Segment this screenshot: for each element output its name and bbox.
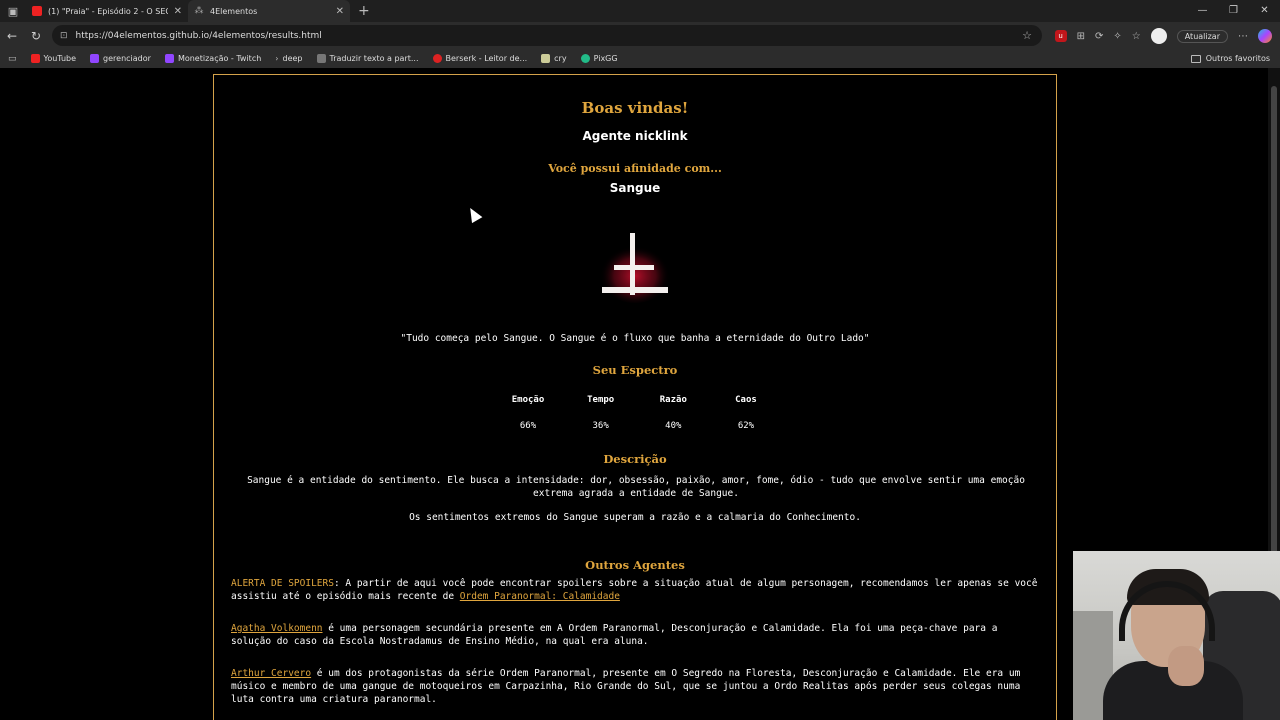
spectrum-heading: Seu Espectro [592, 363, 678, 377]
bookmark-monetizacao[interactable]: Monetização - Twitch [164, 54, 261, 63]
folder-icon [1190, 54, 1201, 63]
agent-entry: Arthur Cervero é um dos protagonistas da… [231, 667, 1041, 706]
calamidade-link[interactable]: Ordem Paranormal: Calamidade [460, 591, 620, 602]
spoiler-text: : A partir de aqui você pode encontrar s… [231, 578, 1038, 602]
spectrum-value: 40% [665, 421, 682, 431]
minimize-icon[interactable]: — [1187, 0, 1218, 22]
spectrum-value: 36% [592, 421, 609, 431]
extensions-area: u ⊞ ⟳ ✧ ☆ Atualizar ⋯ [1054, 27, 1272, 45]
cry-icon [541, 54, 551, 63]
spectrum-caos: Caos 62% [710, 395, 782, 431]
agatha-link[interactable]: Agatha Volkomenn [231, 623, 323, 634]
bookmark-gerenciador[interactable]: gerenciador [90, 54, 151, 63]
bookmark-berserk[interactable]: Berserk - Leitor de... [432, 54, 527, 63]
tab-title: 4Elementos [210, 6, 258, 16]
profile-avatar[interactable] [1150, 28, 1167, 44]
youtube-icon [32, 6, 42, 16]
agent-name: Agente nicklink [582, 129, 688, 143]
site-info-icon[interactable]: ⊡ [60, 31, 68, 41]
agent-description: é um dos protagonistas da série Ordem Pa… [231, 668, 1021, 705]
page-icon: ⁂ [194, 6, 204, 16]
favorite-star-icon[interactable]: ☆ [1022, 29, 1032, 42]
twitch-icon [90, 54, 100, 63]
description-text-2: Os sentimentos extremos do Sangue supera… [409, 512, 861, 523]
reload-icon[interactable]: ↻ [24, 29, 48, 43]
reading-list-icon[interactable]: ▭ [8, 54, 17, 64]
tab-4elementos[interactable]: ⁂ 4Elementos ✕ [188, 0, 350, 22]
results-card: Boas vindas! Agente nicklink Você possui… [213, 74, 1057, 720]
spectrum-emocao: Emoção 66% [492, 395, 564, 431]
spoiler-alert: ALERTA DE SPOILERS: A partir de aqui voc… [231, 577, 1041, 603]
ublock-icon[interactable]: u [1054, 30, 1067, 42]
person-hand [1168, 646, 1204, 686]
update-button[interactable]: Atualizar [1176, 29, 1228, 43]
welcome-heading: Boas vindas! [581, 99, 689, 117]
other-agents-heading: Outros Agentes [585, 558, 685, 572]
youtube-icon [30, 54, 40, 63]
tab-actions-icon[interactable]: ▣ [0, 0, 26, 22]
copilot-icon[interactable] [1258, 29, 1272, 43]
spoiler-label: ALERTA DE SPOILERS [231, 578, 334, 589]
spectrum-label: Caos [735, 395, 757, 405]
twitch-icon [164, 54, 174, 63]
close-icon[interactable]: ✕ [174, 6, 182, 17]
agent-entry: Agatha Volkomenn é uma personagem secund… [231, 622, 1041, 648]
spectrum-label: Tempo [587, 395, 615, 405]
spectrum-value: 66% [519, 421, 537, 431]
tab-youtube[interactable]: (1) "Praia" - Episódio 2 - O SEGRE ✕ [26, 0, 188, 22]
spectrum-label: Razão [659, 395, 687, 405]
pixgg-icon [580, 54, 590, 63]
translate-icon [316, 54, 326, 63]
bookmarks-bar: ▭ YouTube gerenciador Monetização - Twit… [0, 49, 1280, 68]
arthur-link[interactable]: Arthur Cervero [231, 668, 311, 679]
bookmark-youtube[interactable]: YouTube [30, 54, 76, 63]
blood-sigil-icon [600, 233, 670, 303]
berserk-icon [432, 54, 442, 63]
more-icon[interactable]: ⋯ [1238, 31, 1248, 42]
browser-toolbar: ← ↻ ⊡ https://04elementos.github.io/4ele… [0, 22, 1280, 49]
description-text: Sangue é a entidade do sentimento. Ele b… [247, 475, 1025, 499]
url-text: https://04elementos.github.io/4elementos… [75, 30, 322, 41]
spectrum-label: Emoção [511, 395, 545, 405]
entity-name: Sangue [609, 181, 661, 195]
description-heading: Descrição [603, 452, 667, 466]
tab-title: (1) "Praia" - Episódio 2 - O SEGRE [48, 6, 168, 16]
address-bar[interactable]: ⊡ https://04elementos.github.io/4element… [52, 25, 1042, 46]
bookmark-pixgg[interactable]: PixGG [580, 54, 618, 63]
arrow-icon: › [275, 54, 279, 63]
agent-description: é uma personagem secundária presente em … [231, 623, 998, 647]
close-window-icon[interactable]: ✕ [1249, 0, 1280, 22]
close-icon[interactable]: ✕ [336, 6, 344, 17]
bookmark-traduzir[interactable]: Traduzir texto a part... [316, 54, 419, 63]
spectrum-razao: Razão 40% [637, 395, 709, 431]
puzzle-icon[interactable]: ✧ [1113, 31, 1121, 42]
restore-icon[interactable]: ❐ [1218, 0, 1249, 22]
entity-quote: "Tudo começa pelo Sangue. O Sangue é o f… [400, 333, 870, 344]
back-icon[interactable]: ← [0, 29, 24, 43]
spectrum-table: Emoção 66% Tempo 36% Razão 40% Caos 62% [492, 395, 782, 431]
refresh-extension-icon[interactable]: ⟳ [1095, 31, 1103, 42]
webcam-overlay [1073, 551, 1280, 720]
spectrum-value: 62% [737, 421, 755, 431]
bookmark-cry[interactable]: cry [541, 54, 567, 63]
extension-icon[interactable]: ⊞ [1077, 31, 1085, 42]
spectrum-tempo: Tempo 36% [565, 395, 637, 431]
window-controls: — ❐ ✕ [1187, 0, 1280, 22]
new-tab-button[interactable]: + [350, 3, 378, 19]
other-favorites[interactable]: Outros favoritos [1190, 54, 1270, 63]
affinity-heading: Você possui afinidade com... [548, 162, 722, 175]
favorites-icon[interactable]: ☆ [1132, 31, 1141, 42]
tab-bar: ▣ (1) "Praia" - Episódio 2 - O SEGRE ✕ ⁂… [0, 0, 1280, 22]
bookmark-deep[interactable]: › deep [275, 54, 302, 63]
